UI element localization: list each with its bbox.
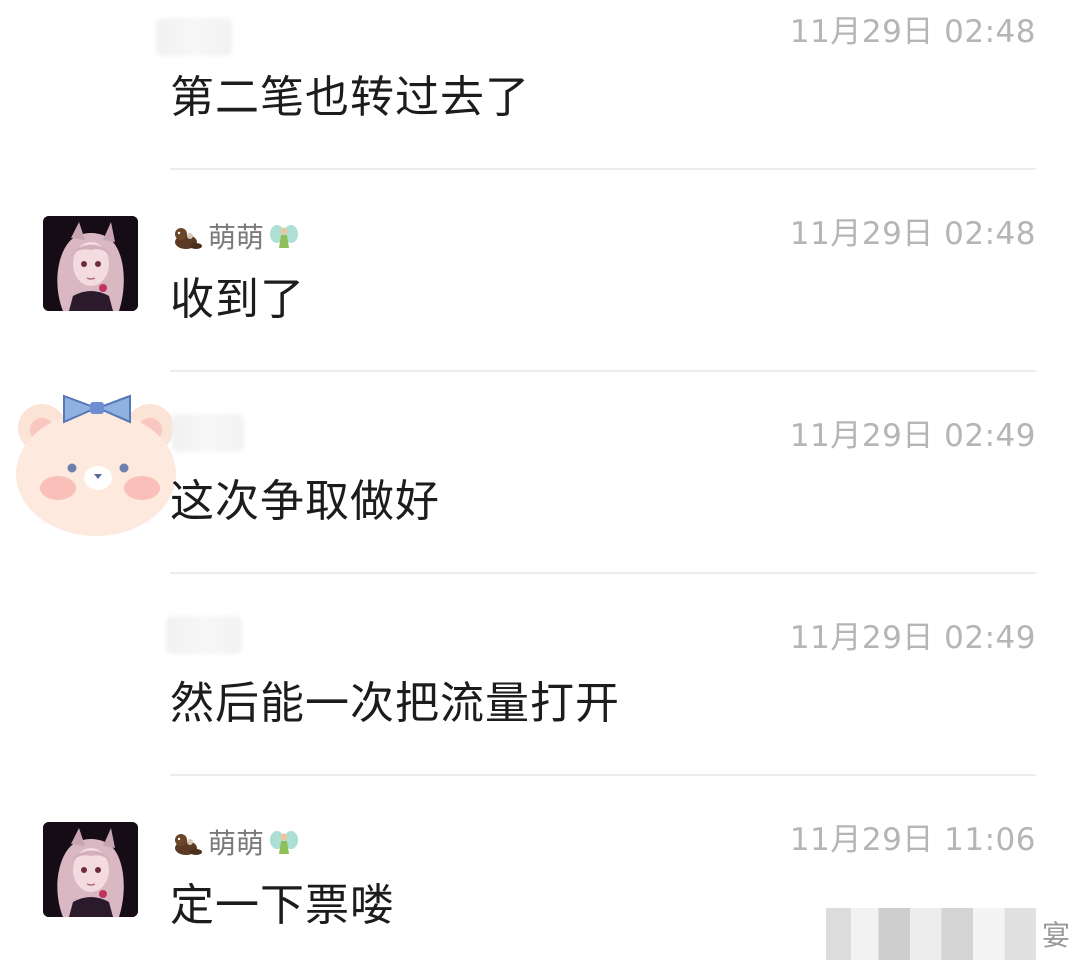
sender: 萌萌	[172, 822, 300, 866]
message-text: 这次争取做好	[170, 476, 440, 527]
fairy-icon	[270, 225, 299, 248]
divider	[170, 370, 1036, 372]
divider	[170, 774, 1036, 776]
fairy-icon	[270, 831, 299, 854]
message-row[interactable]: 11月29日 02:48 第二笔也转过去了	[0, 6, 1080, 208]
message-time: 11月29日 11:06	[789, 822, 1036, 858]
message-row[interactable]: 11月29日 02:49 然后能一次把流量打开	[0, 612, 1080, 814]
sender-name-blurred	[172, 414, 244, 452]
divider	[170, 572, 1036, 574]
message-time: 11月29日 02:48	[789, 216, 1036, 252]
message-text: 定一下票喽	[170, 880, 395, 931]
chat-screen: 11月29日 02:48 第二笔也转过去了 萌萌 11月29日 02:48 收到…	[0, 0, 1080, 970]
message-time: 11月29日 02:49	[789, 620, 1036, 656]
avatar[interactable]	[43, 216, 138, 311]
message-text: 然后能一次把流量打开	[170, 678, 620, 729]
bear-avatar-icon[interactable]	[12, 390, 182, 540]
sender: 萌萌	[172, 216, 300, 260]
message-row[interactable]: 11月29日 02:49 这次争取做好	[0, 394, 1080, 612]
message-time: 11月29日 02:48	[789, 14, 1036, 50]
sender-name: 萌萌	[208, 827, 265, 860]
divider	[170, 168, 1036, 170]
sender-name-blurred	[166, 616, 242, 654]
anime-girl-avatar-icon	[43, 822, 138, 917]
avatar[interactable]	[43, 822, 138, 917]
message-row[interactable]: 萌萌 11月29日 02:48 收到了	[0, 208, 1080, 410]
message-text: 收到了	[170, 274, 305, 325]
pixelated-watermark	[825, 908, 1036, 960]
watermark-text: 宴	[1041, 919, 1070, 952]
message-text: 第二笔也转过去了	[170, 72, 530, 123]
otter-icon	[175, 228, 202, 249]
anime-girl-avatar-icon	[43, 216, 138, 311]
otter-icon	[175, 834, 202, 855]
watermark: 宴	[825, 904, 1070, 964]
sender-name: 萌萌	[208, 221, 265, 254]
message-time: 11月29日 02:49	[789, 418, 1036, 454]
sender-name-blurred	[156, 18, 232, 56]
